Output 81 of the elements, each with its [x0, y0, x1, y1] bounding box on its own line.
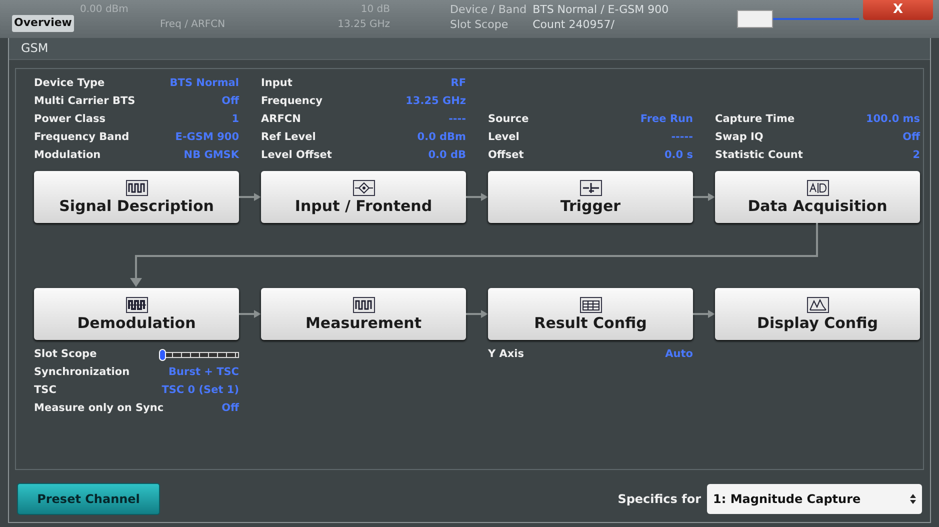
- info-label: Statistic Count: [715, 148, 803, 164]
- arrow-icon: [693, 310, 715, 318]
- flow-block-button[interactable]: Measurement: [261, 288, 466, 340]
- info-label: Swap IQ: [715, 130, 764, 146]
- info-label: Measure only on Sync: [34, 401, 164, 416]
- flow-block-button[interactable]: Data Acquisition: [715, 171, 920, 223]
- info-value: 0.0 dBm: [417, 130, 466, 146]
- info-label: Frequency: [261, 94, 322, 110]
- header-reading: 13.25 GHz: [338, 18, 390, 32]
- info-label: Level: [488, 130, 520, 146]
- header-reading: Freq / ARFCN: [160, 18, 226, 32]
- flow-block-button[interactable]: Trigger: [488, 171, 693, 223]
- arrow-icon: [466, 193, 488, 201]
- flow-block-button[interactable]: Result Config: [488, 288, 693, 340]
- info-label: Capture Time: [715, 112, 795, 128]
- info-value: Off: [222, 401, 239, 416]
- window-title: Overview: [12, 15, 74, 32]
- info-value: NB GMSK: [184, 148, 239, 164]
- info-label: Slot Scope: [34, 347, 97, 362]
- info-value: 100.0 ms: [866, 112, 920, 128]
- info-label: Modulation: [34, 148, 101, 164]
- info-label: Device Type: [34, 76, 105, 92]
- header-reading: Slot Scope: [450, 17, 508, 32]
- info-label: Offset: [488, 148, 524, 164]
- updown-icon: [910, 494, 916, 504]
- info-value: RF: [450, 76, 466, 92]
- info-label: Source: [488, 112, 529, 128]
- diamond-icon: [352, 180, 374, 196]
- slider-thumb[interactable]: [737, 10, 773, 28]
- header-reading: BTS Normal / E-GSM 900: [532, 2, 669, 17]
- info-label: Synchronization: [34, 365, 130, 380]
- info-value: Off: [902, 130, 920, 146]
- info-value: 2: [912, 148, 920, 164]
- header-reading: Device / Band: [450, 2, 527, 17]
- table-icon: [580, 297, 602, 313]
- flow-block-button[interactable]: Demodulation: [34, 288, 239, 340]
- zoom-slider[interactable]: [737, 10, 859, 28]
- info-value: -----: [671, 130, 693, 146]
- info-value: Auto: [665, 347, 693, 362]
- info-value: E-GSM 900: [175, 130, 239, 146]
- specifics-label: Specifics for: [618, 491, 701, 508]
- trigger-icon: [580, 180, 602, 196]
- info-value: 1: [232, 112, 239, 128]
- arrow-icon: [693, 193, 715, 201]
- arrow-icon: [239, 193, 261, 201]
- chart-icon: [806, 297, 828, 313]
- header-reading: 0.00 dBm: [80, 3, 128, 17]
- close-button[interactable]: X: [863, 0, 933, 20]
- specifics-dropdown[interactable]: 1: Magnitude Capture: [707, 484, 922, 514]
- pulse-icon: [126, 180, 148, 196]
- flow-block-button[interactable]: Display Config: [715, 288, 920, 340]
- info-value: Free Run: [640, 112, 693, 128]
- info-label: Frequency Band: [34, 130, 130, 146]
- header-reading: 10 dB: [360, 3, 390, 17]
- arrow-icon: [239, 310, 261, 318]
- info-label: ARFCN: [261, 112, 301, 128]
- info-value: 0.0 s: [664, 148, 693, 164]
- panel-title: GSM: [9, 36, 930, 60]
- converter-icon: [806, 180, 828, 196]
- info-label: TSC: [34, 383, 56, 398]
- info-value: Off: [222, 94, 239, 110]
- pulse-icon: [126, 297, 148, 313]
- pulse-icon: [352, 297, 374, 313]
- flow-block-button[interactable]: Input / Frontend: [261, 171, 466, 223]
- info-label: Input: [261, 76, 292, 92]
- info-value: 13.25 GHz: [406, 94, 466, 110]
- info-label: Ref Level: [261, 130, 316, 146]
- info-value: Burst + TSC: [168, 365, 239, 380]
- info-value: BTS Normal: [170, 76, 239, 92]
- arrow-icon: [466, 310, 488, 318]
- info-value: 0.0 dB: [428, 148, 466, 164]
- info-label: Level Offset: [261, 148, 332, 164]
- preset-channel-button[interactable]: Preset Channel: [17, 483, 160, 515]
- info-label: Multi Carrier BTS: [34, 94, 136, 110]
- header-reading: Count 240957/: [532, 17, 614, 32]
- info-label: Power Class: [34, 112, 106, 128]
- info-value: TSC 0 (Set 1): [162, 383, 239, 398]
- slot-scope-slider[interactable]: [159, 350, 239, 360]
- flow-block-button[interactable]: Signal Description: [34, 171, 239, 223]
- info-label: Y Axis: [488, 347, 524, 362]
- info-value: ----: [448, 112, 466, 128]
